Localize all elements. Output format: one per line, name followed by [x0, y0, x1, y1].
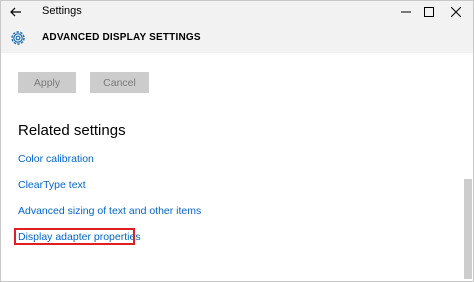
close-button[interactable] [444, 2, 468, 22]
cancel-button[interactable]: Cancel [90, 72, 149, 93]
back-button[interactable] [5, 2, 27, 22]
gear-icon [11, 31, 25, 45]
link-color-calibration[interactable]: Color calibration [18, 153, 94, 165]
maximize-icon [424, 7, 434, 17]
minimize-icon [401, 11, 411, 13]
link-advanced-sizing[interactable]: Advanced sizing of text and other items [18, 205, 201, 217]
related-settings-heading: Related settings [18, 122, 126, 139]
maximize-button[interactable] [417, 2, 441, 22]
close-icon [451, 7, 461, 17]
apply-button[interactable]: Apply [18, 72, 76, 93]
settings-window: Settings ADVANCED DISPLAY SETTINGS Apply… [0, 0, 474, 282]
vertical-scrollbar[interactable] [462, 53, 473, 281]
highlight-box [14, 228, 135, 245]
page-title: ADVANCED DISPLAY SETTINGS [42, 32, 201, 43]
window-title: Settings [42, 5, 82, 17]
back-arrow-icon [10, 7, 21, 17]
link-cleartype-text[interactable]: ClearType text [18, 179, 86, 191]
title-bar: Settings [1, 1, 473, 23]
minimize-button[interactable] [394, 2, 418, 22]
scroll-thumb[interactable] [464, 179, 472, 279]
page-header: ADVANCED DISPLAY SETTINGS [1, 23, 473, 53]
